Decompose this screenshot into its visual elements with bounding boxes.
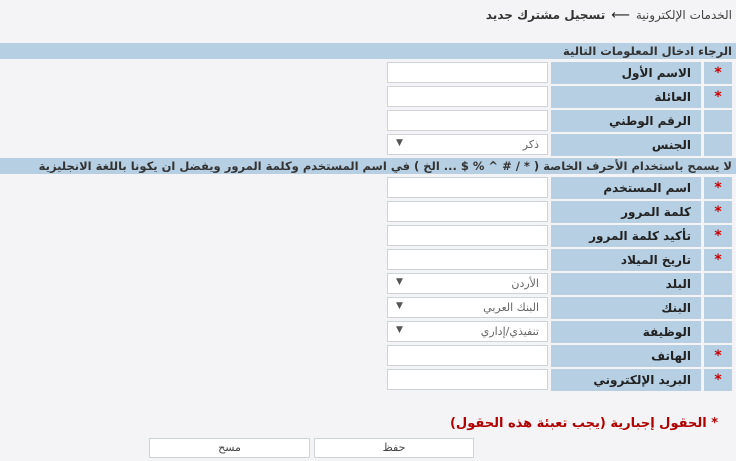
row-first-name: * الاسم الأول xyxy=(0,62,736,84)
required-marker: * xyxy=(704,225,732,247)
row-bank: البنك البنك العربي ▼ xyxy=(0,297,736,319)
row-gender: الجنس ذكر ▼ xyxy=(0,134,736,156)
optional-marker xyxy=(704,273,732,295)
gender-selected-value: ذكر xyxy=(522,138,539,151)
required-marker: * xyxy=(704,249,732,271)
row-birth-date: * تاريخ الميلاد xyxy=(0,249,736,271)
birth-date-label: تاريخ الميلاد xyxy=(551,249,701,271)
breadcrumb-parent-link[interactable]: الخدمات الإلكترونية xyxy=(636,8,732,22)
chevron-down-icon: ▼ xyxy=(396,138,403,148)
bank-label: البنك xyxy=(551,297,701,319)
country-select[interactable]: الأردن ▼ xyxy=(387,273,548,294)
optional-marker xyxy=(704,297,732,319)
job-label: الوظيفة xyxy=(551,321,701,343)
confirm-password-input[interactable] xyxy=(387,225,548,246)
row-confirm-password: * تأكيد كلمة المرور xyxy=(0,225,736,247)
national-id-input[interactable] xyxy=(387,110,548,131)
row-national-id: الرقم الوطني xyxy=(0,110,736,132)
chevron-down-icon: ▼ xyxy=(396,301,403,311)
row-phone: * الهاتف xyxy=(0,345,736,367)
breadcrumb-current: تسجيل مشترك جديد xyxy=(485,8,606,22)
row-username: * اسم المستخدم xyxy=(0,177,736,199)
first-name-label: الاسم الأول xyxy=(551,62,701,84)
section-header-info: الرجاء ادخال المعلومات التالية xyxy=(0,43,736,59)
required-marker: * xyxy=(704,369,732,391)
required-marker: * xyxy=(704,345,732,367)
required-marker: * xyxy=(704,62,732,84)
country-label: البلد xyxy=(551,273,701,295)
arrow-left-icon: ⟵ xyxy=(611,7,630,23)
required-marker: * xyxy=(704,177,732,199)
bank-select[interactable]: البنك العربي ▼ xyxy=(387,297,548,318)
email-label: البريد الإلكتروني xyxy=(551,369,701,391)
job-selected-value: تنفيذي/إداري xyxy=(480,325,539,338)
chevron-down-icon: ▼ xyxy=(396,277,403,287)
row-email: * البريد الإلكتروني xyxy=(0,369,736,391)
required-marker: * xyxy=(704,86,732,108)
family-input[interactable] xyxy=(387,86,548,107)
username-input[interactable] xyxy=(387,177,548,198)
country-selected-value: الأردن xyxy=(511,277,539,290)
birth-date-input[interactable] xyxy=(387,249,548,270)
chevron-down-icon: ▼ xyxy=(396,325,403,335)
gender-select[interactable]: ذكر ▼ xyxy=(387,134,548,155)
required-fields-note: * الحقول إجبارية (يجب تعبئة هذه الحقول) xyxy=(449,416,718,431)
required-marker: * xyxy=(704,201,732,223)
phone-input[interactable] xyxy=(387,345,548,366)
optional-marker xyxy=(704,110,732,132)
breadcrumb: الخدمات الإلكترونية ⟵ تسجيل مشترك جديد xyxy=(486,6,732,24)
job-select[interactable]: تنفيذي/إداري ▼ xyxy=(387,321,548,342)
row-password: * كلمة المرور xyxy=(0,201,736,223)
confirm-password-label: تأكيد كلمة المرور xyxy=(551,225,701,247)
bank-selected-value: البنك العربي xyxy=(483,301,539,314)
clear-button[interactable]: مسح xyxy=(149,438,310,458)
password-label: كلمة المرور xyxy=(551,201,701,223)
national-id-label: الرقم الوطني xyxy=(551,110,701,132)
gender-label: الجنس xyxy=(551,134,701,156)
first-name-input[interactable] xyxy=(387,62,548,83)
row-job: الوظيفة تنفيذي/إداري ▼ xyxy=(0,321,736,343)
family-label: العائلة xyxy=(551,86,701,108)
optional-marker xyxy=(704,321,732,343)
save-button[interactable]: حفظ xyxy=(314,438,474,458)
password-input[interactable] xyxy=(387,201,548,222)
username-label: اسم المستخدم xyxy=(551,177,701,199)
row-country: البلد الأردن ▼ xyxy=(0,273,736,295)
section-header-charset-note: لا يسمح باستخدام الأحرف الخاصة ( * / # ^… xyxy=(0,158,736,174)
row-family: * العائلة xyxy=(0,86,736,108)
phone-label: الهاتف xyxy=(551,345,701,367)
email-input[interactable] xyxy=(387,369,548,390)
optional-marker xyxy=(704,134,732,156)
